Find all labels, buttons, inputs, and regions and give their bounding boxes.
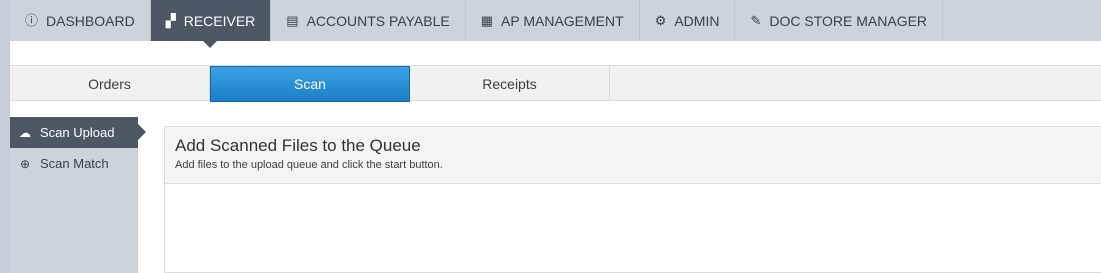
lifebuoy-icon: ⊕ — [19, 156, 31, 171]
sidebar: ☁ Scan Upload ⊕ Scan Match — [10, 117, 146, 273]
sidebar-item-label: Scan Upload — [40, 125, 115, 140]
nav-receiver-label: RECEIVER — [183, 12, 256, 29]
cloud-upload-icon: ☁ — [19, 125, 31, 140]
tab-receipts[interactable]: Receipts — [410, 66, 610, 101]
panel-header: Add Scanned Files to the Queue Add files… — [165, 127, 1101, 184]
info-circle-icon: ⓘ — [25, 13, 39, 28]
left-edge-strip — [0, 0, 10, 273]
panel-subtitle: Add files to the upload queue and click … — [175, 159, 443, 171]
sidebar-item-scan-match[interactable]: ⊕ Scan Match — [10, 148, 138, 179]
nav-dashboard[interactable]: ⓘ DASHBOARD — [10, 0, 151, 41]
edit-icon: ✎ — [750, 13, 762, 28]
building-icon: ▦ — [480, 13, 494, 28]
sidebar-item-scan-upload[interactable]: ☁ Scan Upload — [10, 117, 146, 148]
nav-accounts-payable-label: ACCOUNTS PAYABLE — [306, 12, 450, 29]
top-navigation: ⓘ DASHBOARD ▞ RECEIVER ▤ ACCOUNTS PAYABL… — [10, 0, 1101, 48]
nav-admin-label: ADMIN — [674, 12, 720, 29]
tab-orders[interactable]: Orders — [10, 66, 210, 101]
upload-panel: Add Scanned Files to the Queue Add files… — [164, 126, 1101, 273]
nav-ap-management-label: AP MANAGEMENT — [501, 12, 624, 29]
panel-title: Add Scanned Files to the Queue — [175, 136, 421, 155]
nav-accounts-payable[interactable]: ▤ ACCOUNTS PAYABLE — [271, 0, 466, 41]
nav-dashboard-label: DASHBOARD — [46, 12, 135, 29]
nav-receiver[interactable]: ▞ RECEIVER — [150, 0, 272, 48]
tab-scan[interactable]: Scan — [210, 66, 410, 102]
document-dollar-icon: ▤ — [286, 13, 299, 28]
sub-tabs: Orders Scan Receipts — [10, 65, 1101, 102]
nav-ap-management[interactable]: ▦ AP MANAGEMENT — [466, 0, 640, 41]
sidebar-item-label: Scan Match — [40, 156, 109, 171]
nav-doc-store-manager-label: DOC STORE MANAGER — [769, 12, 928, 29]
nav-admin[interactable]: ⚙ ADMIN — [640, 0, 736, 41]
nav-doc-store-manager[interactable]: ✎ DOC STORE MANAGER — [735, 0, 944, 41]
upload-queue-area[interactable] — [165, 184, 1101, 272]
gear-icon: ⚙ — [654, 13, 667, 28]
boxes-icon: ▞ — [165, 13, 176, 28]
